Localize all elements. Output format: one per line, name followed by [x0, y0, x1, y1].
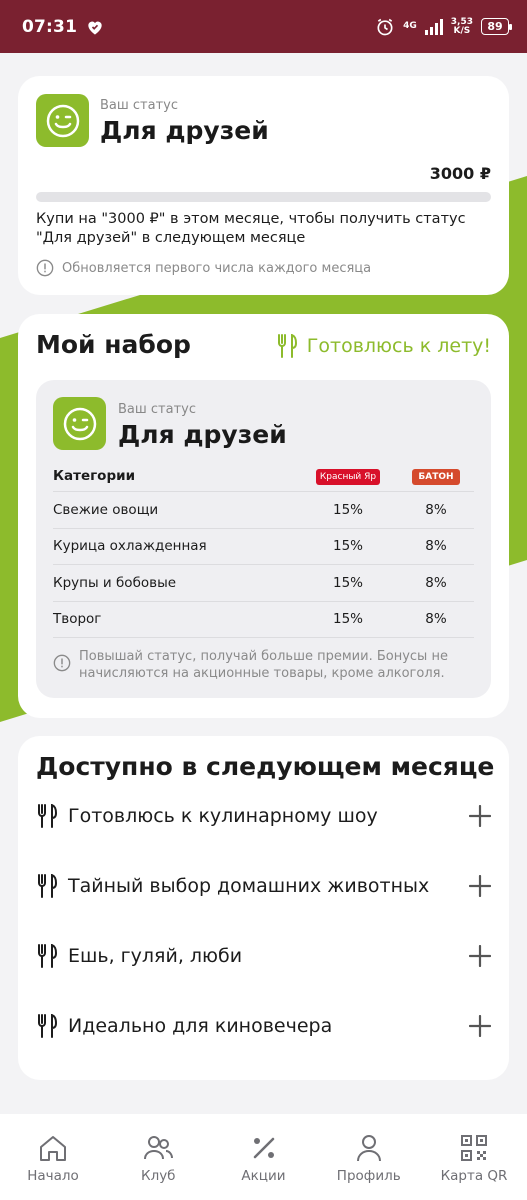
bonus-table: Категории Красный Яр БАТОН Свежие овощи 1…	[53, 460, 474, 638]
set-status-avatar	[53, 397, 106, 450]
fork-knife-icon	[38, 874, 58, 898]
fork-knife-icon	[38, 1014, 58, 1038]
row-brand1-value: 15%	[332, 538, 363, 555]
set-item-label: Ешь, гуляй, люби	[68, 945, 243, 967]
my-set-theme[interactable]: Готовлюсь к лету!	[277, 334, 491, 358]
header-category: Категории	[53, 467, 136, 484]
status-target-amount: 3000 ₽	[429, 164, 491, 183]
smile-wink-icon	[63, 407, 96, 440]
next-month-set-item[interactable]: Ешь, гуляй, люби	[36, 936, 491, 976]
nav-profile[interactable]: Профиль	[324, 1114, 414, 1200]
status-description: Купи на "3000 ₽" в этом месяце, чтобы по…	[36, 211, 466, 246]
my-set-theme-label: Готовлюсь к лету!	[306, 335, 491, 357]
nav-home-label: Начало	[27, 1168, 79, 1184]
signal-icon	[424, 18, 443, 35]
next-month-card: Доступно в следующем месяце Готовлюсь к …	[18, 736, 509, 1080]
network-speed: 3,53 K/S	[450, 16, 473, 36]
next-month-title: Доступно в следующем месяце	[36, 752, 495, 781]
fork-knife-icon	[38, 944, 58, 968]
row-brand2-value: 8%	[425, 538, 447, 555]
plus-icon	[469, 805, 491, 827]
network-type: 4G	[403, 21, 417, 31]
qr-code-icon	[461, 1135, 487, 1161]
nav-club[interactable]: Клуб	[113, 1114, 203, 1200]
nav-qr-card[interactable]: Карта QR	[429, 1114, 519, 1200]
nav-club-label: Клуб	[140, 1168, 176, 1184]
set-details-panel: Ваш статус Для друзей Категории Красный …	[36, 380, 491, 698]
status-label: Ваш статус	[100, 98, 179, 113]
bonus-table-row: Творог 15% 8%	[53, 602, 474, 638]
status-update-note-text: Обновляется первого числа каждого месяца	[62, 260, 372, 276]
brand-baton-logo: БАТОН	[412, 468, 460, 485]
set-status-label: Ваш статус	[118, 402, 197, 417]
percent-icon	[253, 1137, 274, 1159]
set-status-title: Для друзей	[118, 420, 287, 449]
status-progress-bar	[36, 192, 491, 202]
alarm-icon	[377, 18, 393, 35]
plus-icon	[469, 1015, 491, 1037]
heart-icon	[88, 21, 102, 34]
profile-icon	[356, 1135, 381, 1162]
row-category: Свежие овощи	[53, 501, 159, 518]
status-title: Для друзей	[100, 116, 269, 145]
my-set-title: Мой набор	[36, 330, 191, 359]
smile-wink-icon	[46, 104, 79, 137]
bonus-table-header: Категории Красный Яр БАТОН	[53, 460, 474, 492]
info-icon	[53, 654, 71, 672]
bonus-table-body: Свежие овощи 15% 8% Курица охлажденная 15% 8%…	[53, 492, 474, 638]
nav-qr-card-label: Карта QR	[440, 1168, 508, 1184]
nav-home[interactable]: Начало	[8, 1114, 98, 1200]
row-brand2-value: 8%	[425, 611, 447, 628]
row-category: Крупы и бобовые	[53, 574, 177, 591]
home-icon	[40, 1136, 66, 1161]
set-bonus-note: Повышай статус, получай больше премии. Б…	[53, 648, 474, 682]
row-brand1-value: 15%	[332, 574, 363, 591]
row-brand2-value: 8%	[425, 574, 447, 591]
bonus-table-row: Курица охлажденная 15% 8%	[53, 529, 474, 565]
clock: 07:31	[22, 16, 78, 37]
set-item-label: Идеально для киновечера	[68, 1015, 333, 1037]
set-bonus-note-text: Повышай статус, получай больше премии. Б…	[79, 649, 448, 681]
row-category: Творог	[53, 611, 102, 628]
plus-icon	[469, 875, 491, 897]
nav-promotions[interactable]: Акции	[219, 1114, 309, 1200]
row-brand1-value: 15%	[332, 611, 363, 628]
fork-knife-icon	[38, 804, 58, 828]
row-brand2-value: 8%	[425, 501, 447, 518]
battery-indicator: 89	[481, 18, 512, 35]
system-status-bar: 07:31 4G 3,53 K/S 89	[0, 0, 527, 53]
row-brand1-value: 15%	[332, 501, 363, 518]
fork-knife-icon	[277, 334, 297, 358]
set-item-label: Готовлюсь к кулинарному шоу	[68, 805, 378, 827]
plus-icon	[469, 945, 491, 967]
next-month-set-item[interactable]: Идеально для киновечера	[36, 1006, 491, 1046]
next-month-set-item[interactable]: Тайный выбор домашних животных	[36, 866, 491, 906]
status-card: Ваш статус Для друзей 3000 ₽ Купи на "30…	[18, 76, 509, 295]
next-month-set-item[interactable]: Готовлюсь к кулинарному шоу	[36, 796, 491, 836]
row-category: Курица охлажденная	[53, 538, 207, 555]
status-avatar	[36, 94, 89, 147]
brand-krasny-yar-logo: Красный Яр	[315, 468, 381, 485]
users-icon	[144, 1136, 174, 1160]
bottom-navigation: Начало Клуб Акции Профиль Карта QR	[0, 1114, 527, 1200]
status-update-note: Обновляется первого числа каждого месяца	[36, 259, 371, 277]
my-set-card[interactable]: Мой набор Готовлюсь к лету! Ваш статус Д…	[18, 314, 509, 718]
bonus-table-row: Свежие овощи 15% 8%	[53, 492, 474, 529]
bonus-table-row: Крупы и бобовые 15% 8%	[53, 565, 474, 602]
info-icon	[36, 259, 54, 277]
set-item-label: Тайный выбор домашних животных	[68, 875, 430, 897]
nav-promotions-label: Акции	[241, 1168, 286, 1184]
nav-profile-label: Профиль	[336, 1168, 401, 1184]
